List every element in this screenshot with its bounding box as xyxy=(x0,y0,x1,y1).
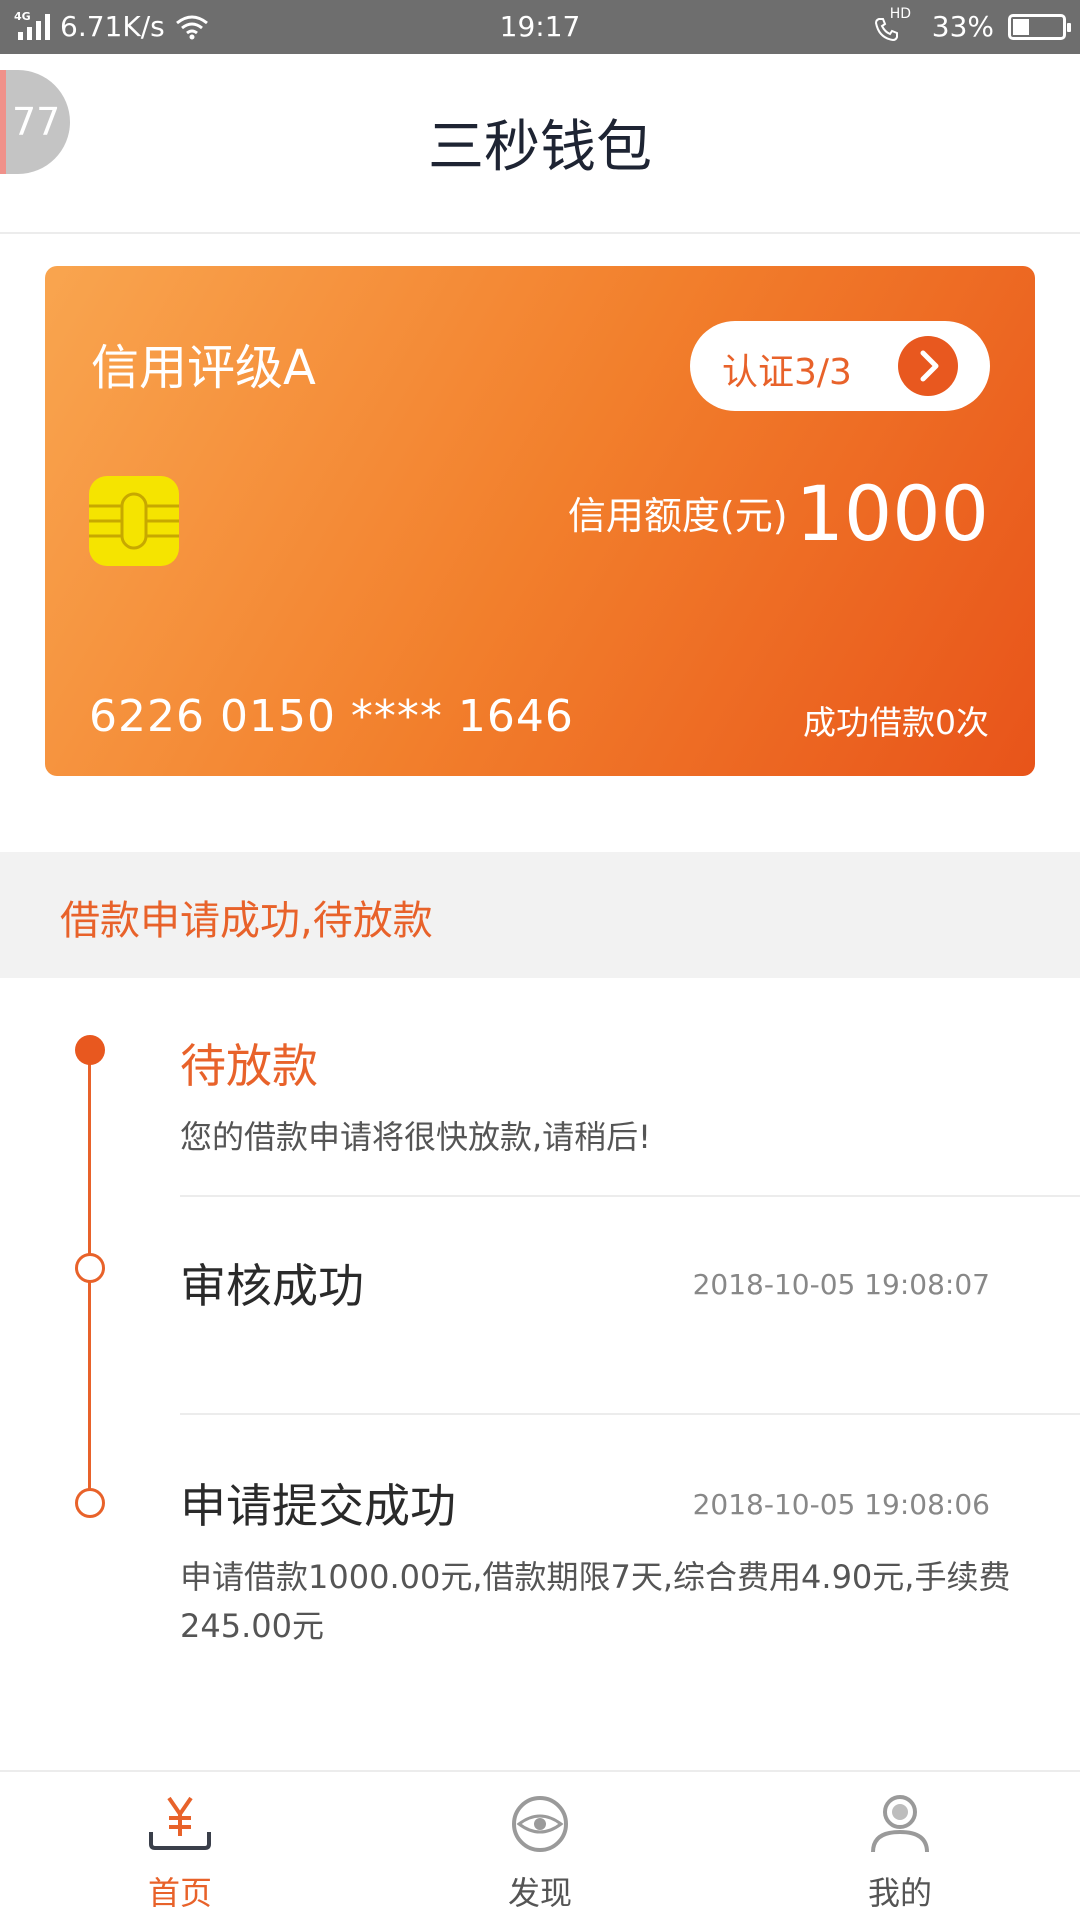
credit-limit: 信用额度(元) 1000 xyxy=(568,476,989,552)
person-icon xyxy=(865,1792,935,1856)
credit-limit-label: 信用额度(元) xyxy=(567,494,788,538)
loan-status-banner: 借款申请成功,待放款 xyxy=(0,852,1080,978)
chip-icon xyxy=(89,476,179,566)
timeline-step-time: 2018-10-05 19:08:07 xyxy=(692,1268,990,1301)
nav-label-discover: 发现 xyxy=(507,1874,572,1912)
chevron-right-icon xyxy=(898,336,958,396)
status-right: HD 33% xyxy=(874,6,1071,43)
battery-icon xyxy=(1008,13,1071,40)
nav-label-mine: 我的 xyxy=(867,1874,932,1912)
success-loans-count: 成功借款0次 xyxy=(803,703,989,742)
page-title: 三秒钱包 xyxy=(428,115,652,180)
nav-item-home[interactable]: 首页 xyxy=(0,1772,360,1920)
battery-percent: 33% xyxy=(931,10,994,43)
credit-card: 信用评级A 认证3/3 信用额度(元) 1000 6226 0150 **** … xyxy=(45,266,1035,776)
timeline-step-title: 审核成功 xyxy=(180,1259,364,1313)
credit-limit-value: 1000 xyxy=(795,469,989,558)
timeline-step-desc: 您的借款申请将很快放款,请稍后! xyxy=(180,1118,652,1156)
loan-timeline: 待放款 您的借款申请将很快放款,请稍后! 审核成功 2018-10-05 19:… xyxy=(0,978,1080,1770)
hd-call-icon: HD xyxy=(874,6,918,42)
card-number: 6226 0150 **** 1646 xyxy=(89,691,574,742)
timeline-dot xyxy=(75,1488,105,1518)
timeline-step-desc: 申请借款1000.00元,借款期限7天,综合费用4.90元,手续费245.00元 xyxy=(180,1558,1011,1645)
timeline-step-title: 申请提交成功 xyxy=(180,1479,456,1533)
app-header: 77 三秒钱包 xyxy=(0,54,1080,234)
hd-label: HD xyxy=(889,5,912,22)
nav-label-home: 首页 xyxy=(147,1874,212,1912)
nav-item-discover[interactable]: 发现 xyxy=(360,1772,720,1920)
divider xyxy=(180,1413,1080,1415)
loan-status-text: 借款申请成功,待放款 xyxy=(60,898,433,944)
bottom-nav: 首页 发现 我的 xyxy=(0,1770,1080,1920)
timeline-step-time: 2018-10-05 19:08:06 xyxy=(692,1488,990,1521)
eye-icon xyxy=(505,1792,575,1856)
timeline-dot xyxy=(75,1253,105,1283)
nav-item-mine[interactable]: 我的 xyxy=(720,1772,1080,1920)
auth-label: 认证3/3 xyxy=(722,352,852,393)
yuan-icon xyxy=(145,1792,215,1856)
credit-rating: 信用评级A xyxy=(91,340,316,396)
divider xyxy=(180,1195,1080,1197)
timeline-dot-current xyxy=(75,1035,105,1065)
timeline-step-title: 待放款 xyxy=(180,1039,318,1093)
status-bar: 4G 6.71K/s 19:17 HD 33% xyxy=(0,0,1080,54)
auth-button[interactable]: 认证3/3 xyxy=(690,321,990,411)
